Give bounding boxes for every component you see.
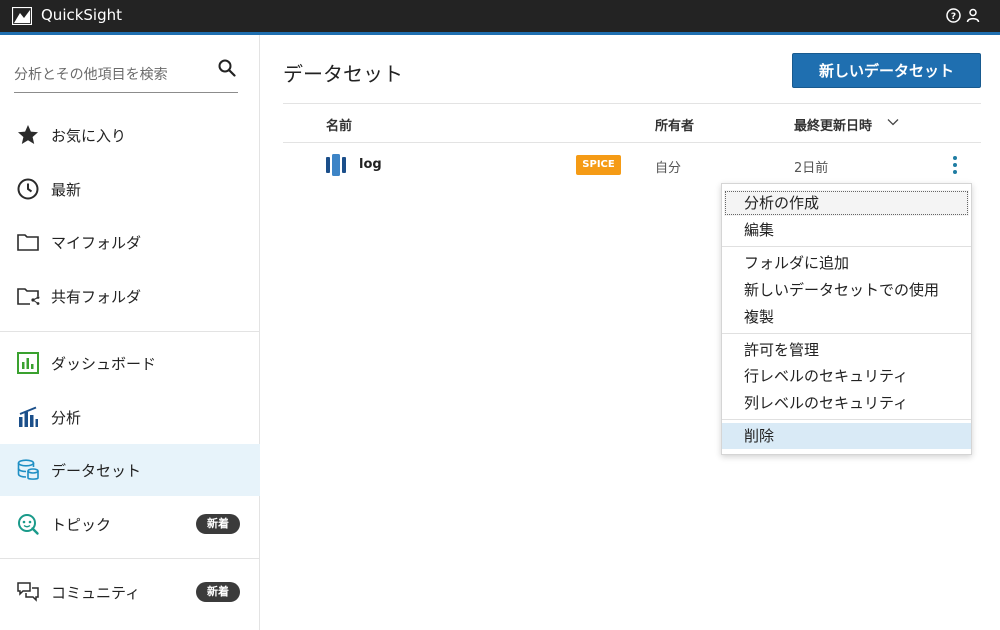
sidebar-item-shared-folders[interactable]: 共有フォルダ — [0, 270, 260, 322]
analysis-icon — [19, 406, 38, 427]
new-badge: 新着 — [196, 582, 240, 602]
quicksight-logo-icon[interactable] — [12, 7, 32, 25]
sidebar-item-label: 最新 — [51, 181, 82, 199]
column-header-owner[interactable]: 所有者 — [655, 115, 694, 134]
search-input[interactable] — [14, 63, 204, 87]
spice-badge: SPICE — [576, 155, 621, 175]
menu-item-create-analysis[interactable]: 分析の作成 — [724, 190, 969, 216]
sidebar: お気に入り 最新 マイフォルダ 共有フォルダ — [0, 35, 260, 630]
sidebar-item-label: お気に入り — [51, 127, 127, 145]
new-dataset-button[interactable]: 新しいデータセット — [792, 53, 981, 88]
sidebar-item-label: トピック — [51, 516, 112, 534]
column-header-updated[interactable]: 最終更新日時 — [794, 115, 872, 134]
menu-item-delete[interactable]: 削除 — [722, 423, 971, 449]
page-title: データセット — [283, 62, 403, 86]
menu-separator — [722, 246, 971, 247]
menu-item-row-level-security[interactable]: 行レベルのセキュリティ — [722, 363, 971, 389]
sidebar-item-topics[interactable]: トピック 新着 — [0, 498, 260, 550]
sidebar-item-community[interactable]: コミュニティ 新着 — [0, 566, 260, 618]
community-icon — [17, 582, 39, 602]
chevron-down-icon[interactable] — [887, 117, 899, 127]
context-menu: 分析の作成 編集 フォルダに追加 新しいデータセットでの使用 複製 許可を管理 … — [721, 183, 972, 455]
sidebar-divider — [0, 331, 260, 332]
table-divider — [283, 103, 981, 104]
dataset-owner: 自分 — [655, 161, 682, 176]
sidebar-item-datasets[interactable]: データセット — [0, 444, 260, 496]
sidebar-item-label: コミュニティ — [51, 584, 141, 602]
menu-separator — [722, 419, 971, 420]
sidebar-item-dashboards[interactable]: ダッシュボード — [0, 337, 260, 389]
clock-icon — [17, 178, 39, 200]
search-box — [14, 55, 238, 93]
sidebar-divider — [0, 558, 260, 559]
sidebar-item-recent[interactable]: 最新 — [0, 163, 260, 215]
help-icon[interactable]: ? — [946, 8, 961, 23]
menu-item-duplicate[interactable]: 複製 — [722, 304, 971, 330]
search-icon[interactable] — [218, 59, 236, 77]
sidebar-item-analyses[interactable]: 分析 — [0, 391, 260, 443]
top-bar: QuickSight ? — [0, 0, 1000, 32]
dashboard-icon — [17, 352, 39, 374]
folder-icon — [17, 234, 39, 251]
sidebar-item-label: ダッシュボード — [51, 355, 157, 373]
new-badge: 新着 — [196, 514, 240, 534]
menu-item-use-in-new-dataset[interactable]: 新しいデータセットでの使用 — [722, 277, 971, 303]
dataset-icon — [17, 459, 39, 480]
column-header-name[interactable]: 名前 — [326, 115, 352, 134]
app-title[interactable]: QuickSight — [41, 6, 122, 24]
menu-separator — [722, 333, 971, 334]
sidebar-item-label: 共有フォルダ — [51, 288, 142, 306]
menu-item-column-level-security[interactable]: 列レベルのセキュリティ — [722, 390, 971, 416]
sidebar-item-label: 分析 — [51, 409, 82, 427]
menu-item-manage-permissions[interactable]: 許可を管理 — [722, 337, 971, 363]
star-icon — [18, 125, 38, 144]
svg-text:?: ? — [951, 12, 956, 22]
topic-icon — [18, 514, 39, 535]
sidebar-item-label: データセット — [51, 462, 142, 480]
sidebar-item-label: マイフォルダ — [51, 234, 142, 252]
menu-item-add-to-folder[interactable]: フォルダに追加 — [722, 250, 971, 276]
dataset-icon — [326, 154, 346, 176]
dataset-name[interactable]: log — [359, 157, 382, 172]
table-divider — [283, 142, 981, 143]
menu-item-edit[interactable]: 編集 — [722, 217, 971, 243]
sidebar-item-my-folders[interactable]: マイフォルダ — [0, 216, 260, 268]
more-options-icon[interactable] — [948, 155, 962, 175]
sidebar-item-favorites[interactable]: お気に入り — [0, 109, 260, 161]
user-icon[interactable] — [966, 8, 980, 23]
shared-folder-icon — [17, 288, 40, 305]
dataset-updated: 2日前 — [794, 161, 829, 176]
